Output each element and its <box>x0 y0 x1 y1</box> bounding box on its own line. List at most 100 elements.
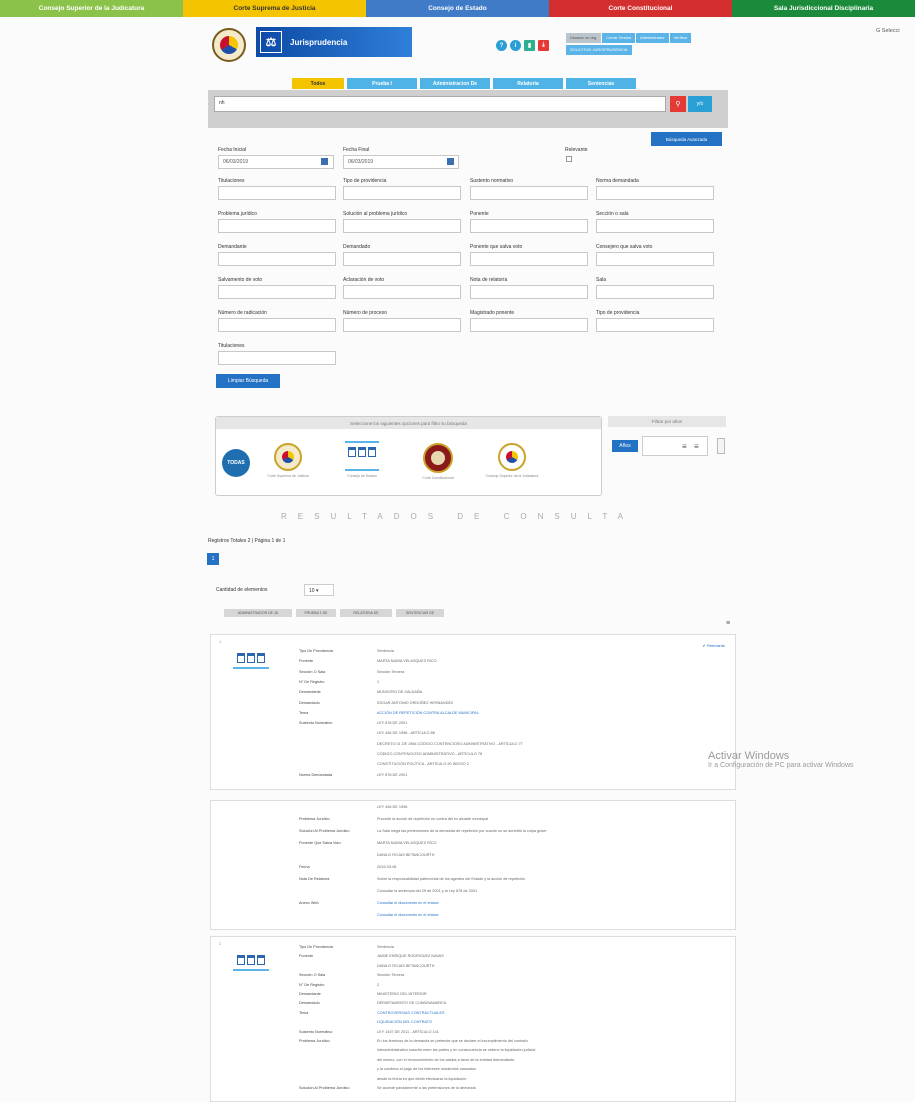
jurisprudencia-banner[interactable]: ⚖ Jurisprudencia <box>256 27 412 57</box>
result-filter-pill[interactable]: SENTENCIAS DE <box>396 609 444 617</box>
card-row-key: Demandado <box>299 1001 320 1006</box>
start-date-field[interactable]: 06/03/2019 <box>218 155 334 169</box>
search-tab[interactable]: Administracion De <box>420 78 490 89</box>
filter-label: Ponente que salva voto <box>470 244 523 250</box>
filter-input[interactable] <box>343 252 461 266</box>
top-nav-item[interactable]: Sala Jurisdiccional Disciplinaria <box>732 0 915 17</box>
results-title: RESULTADOS DE CONSULTA <box>281 512 634 521</box>
card-row-value: EDGAR ANTONIO ORDOÑEZ HERNANDEZ <box>377 700 454 705</box>
filter-input[interactable] <box>218 285 336 299</box>
search-tab[interactable]: Todos <box>292 78 344 89</box>
result-filter-pill[interactable]: ADMINISTRADOR DE JD <box>224 609 292 617</box>
quantity-select[interactable]: 10 ▾ <box>304 584 334 596</box>
years-button[interactable]: Años <box>612 440 638 452</box>
card-row-value: Se accede parcialmente a las pretensione… <box>377 1086 476 1090</box>
card-row-value: La Sala niega las pretensiones de la dem… <box>377 829 547 833</box>
filter-input[interactable] <box>470 285 588 299</box>
filter-input[interactable] <box>343 318 461 332</box>
entity-consejo-estado[interactable]: Consejo de Estado <box>332 441 392 478</box>
filter-input[interactable] <box>596 186 714 200</box>
sort-asc-icon[interactable]: ≡ <box>682 442 687 451</box>
card-row-value[interactable]: ACCIÓN DE REPETICIÓN CONTRA ALCALDE MUNI… <box>377 711 479 715</box>
card-row-key: Problema Jurídico <box>299 817 330 821</box>
card-row-value[interactable]: Consultar el documento en el enlace <box>377 913 439 917</box>
top-nav-item[interactable]: Consejo Superior de la Judicatura <box>0 0 183 17</box>
entity-filter-panel: Seleccione los siguientes opciones para … <box>215 416 602 496</box>
page-button[interactable]: 1 <box>207 553 219 565</box>
card-row-value: LEY 678 DE 2001 <box>377 772 408 777</box>
document-icon[interactable]: ▮ <box>524 40 535 51</box>
search-tab[interactable]: Prueba I <box>347 78 417 89</box>
filter-input[interactable] <box>470 219 588 233</box>
top-nav-item[interactable]: Consejo de Estado <box>366 0 549 17</box>
windows-activation-watermark: Activar Windows Ir a Configuración de PC… <box>708 750 854 769</box>
user-button[interactable]: Cerrar Sesión <box>602 33 636 43</box>
filter-input[interactable] <box>343 219 461 233</box>
translate-widget[interactable]: G Selecci <box>876 28 900 34</box>
watermark-line: Ir a Configuración de PC para activar Wi… <box>708 762 854 769</box>
filter-input[interactable] <box>470 186 588 200</box>
user-button[interactable]: Administrador <box>636 33 669 43</box>
filter-input[interactable] <box>218 252 336 266</box>
advanced-search-button[interactable]: Búsqueda Avanzada <box>651 132 722 146</box>
search-button[interactable]: ⚲ <box>670 96 686 112</box>
entity-corte-suprema[interactable]: Corte Suprema de Justicia <box>258 443 318 478</box>
filter-input[interactable] <box>596 318 714 332</box>
card-row-value[interactable]: Consultar el documento en el enlace <box>377 901 439 905</box>
end-date-field[interactable]: 06/03/2019 <box>343 155 459 169</box>
card-row-key: Nota De Relatoría <box>299 877 330 881</box>
card-row-key: Solución Al Problema Jurídico <box>299 829 350 833</box>
filter-input[interactable] <box>343 285 461 299</box>
entity-corte-constitucional[interactable]: Corte Constitucional <box>408 443 468 480</box>
filter-label: Número de radicación <box>218 310 267 316</box>
calendar-icon[interactable] <box>321 158 328 165</box>
search-input[interactable]: nh <box>214 96 666 112</box>
sort-desc-icon[interactable]: ≡ <box>694 442 699 451</box>
filter-input[interactable] <box>343 186 461 200</box>
card-row-value: En los términos de la demanda se pretend… <box>377 1039 528 1043</box>
relevant-checkbox[interactable] <box>566 156 572 162</box>
clear-search-button[interactable]: Limpiar Búsqueda <box>216 374 280 388</box>
consejo-estado-icon <box>233 647 269 669</box>
filter-input[interactable] <box>596 252 714 266</box>
card-row-value[interactable]: CONTROVERSIAS CONTRACTUALES <box>377 1011 445 1015</box>
filter-input[interactable] <box>470 252 588 266</box>
card-index: 2 <box>219 941 222 946</box>
card-row-key: Ponente <box>299 659 314 664</box>
filter-label: Tipo de providencia <box>343 178 387 184</box>
result-filter-pill[interactable]: RELATORIA DE <box>340 609 392 617</box>
card-row-value[interactable]: LIQUIDACIÓN DEL CONTRATO <box>377 1020 432 1024</box>
filter-input[interactable] <box>218 186 336 200</box>
filter-input[interactable] <box>596 219 714 233</box>
card-row-value: MINISTERIO DEL INTERIOR <box>377 992 427 996</box>
user-button[interactable]: SOLICITUD JURISPRUDENCIA <box>566 45 632 55</box>
info-icon[interactable]: i <box>510 40 521 51</box>
pdf-icon[interactable]: ⤓ <box>538 40 549 51</box>
filter-input[interactable] <box>218 351 336 365</box>
search-tab[interactable]: Sentencias <box>566 78 636 89</box>
years-scroll[interactable] <box>717 438 725 454</box>
help-icon[interactable]: ? <box>496 40 507 51</box>
top-nav-item[interactable]: Corte Constitucional <box>549 0 732 17</box>
card-row-key: Ponente <box>299 954 314 959</box>
result-filter-pill[interactable]: PRUEBA 1 DE <box>296 609 336 617</box>
filter-input[interactable] <box>470 318 588 332</box>
card-row-key: Sección O Sala <box>299 973 326 978</box>
filter-label: Demandado <box>343 244 371 250</box>
list-icon[interactable]: ≡ <box>726 620 730 627</box>
user-button[interactable]: Verifica <box>669 33 691 43</box>
filter-input[interactable] <box>218 219 336 233</box>
top-nav-item[interactable]: Corte Suprema de Justicia <box>183 0 366 17</box>
todas-button[interactable]: TODAS <box>222 449 250 477</box>
filter-input[interactable] <box>596 285 714 299</box>
calendar-icon[interactable] <box>447 158 454 165</box>
entity-consejo-superior[interactable]: Consejo Superior de la Judicatura <box>480 443 544 478</box>
user-button[interactable]: Usuario no reg. <box>566 33 602 43</box>
and-or-button[interactable]: y/o <box>688 96 712 112</box>
filter-input[interactable] <box>218 318 336 332</box>
entity-label: Consejo Superior de la Judicatura <box>485 474 539 478</box>
card-row-key: Tipo De Providencia <box>299 945 334 949</box>
search-tab[interactable]: Relatoria <box>493 78 563 89</box>
filter-label: Aclaración de voto <box>343 277 385 283</box>
start-date-label: Fecha Inicial <box>218 147 247 153</box>
